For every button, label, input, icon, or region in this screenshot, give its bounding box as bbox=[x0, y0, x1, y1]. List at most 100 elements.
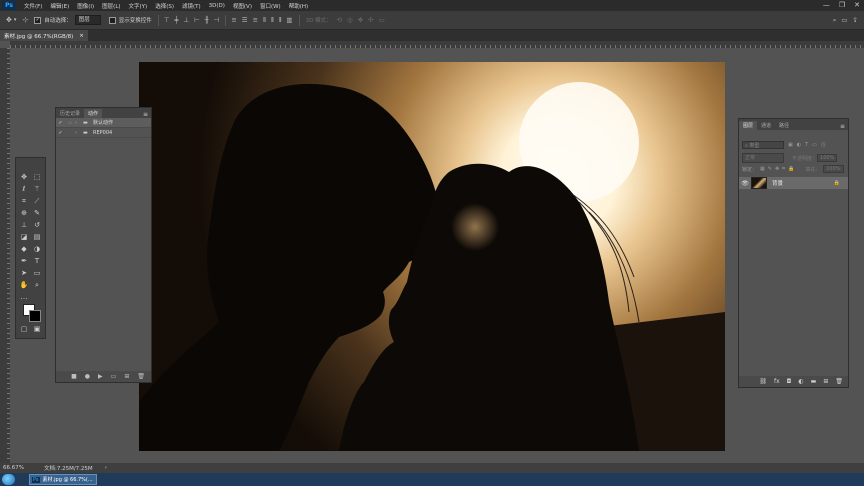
zoom-tool-icon[interactable]: ⌕ bbox=[32, 280, 42, 290]
expand-chevron-icon[interactable]: › bbox=[75, 130, 83, 136]
toggle-check-icon[interactable]: ✓ bbox=[56, 130, 65, 136]
menu-image[interactable]: 图像(I) bbox=[77, 2, 94, 10]
layer-style-icon[interactable]: fx bbox=[774, 378, 780, 385]
adjustment-layer-icon[interactable]: ◐ bbox=[798, 378, 803, 385]
photoshop-logo[interactable]: Ps bbox=[2, 1, 16, 10]
menu-layer[interactable]: 图层(L) bbox=[102, 2, 120, 10]
align-bottom-icon[interactable]: ⊥ bbox=[183, 16, 189, 24]
show-transform-checkbox[interactable] bbox=[108, 16, 116, 24]
align-top-icon[interactable]: ⊤ bbox=[164, 16, 170, 24]
menu-window[interactable]: 窗口(W) bbox=[260, 2, 281, 10]
dialog-toggle-icon[interactable]: ▫ bbox=[65, 120, 75, 126]
3d-scale-icon[interactable]: ▭ bbox=[379, 16, 385, 24]
restore-button[interactable]: ❐ bbox=[839, 1, 845, 9]
3d-pan-icon[interactable]: ✥ bbox=[358, 16, 363, 24]
menu-file[interactable]: 文件(F) bbox=[24, 2, 42, 10]
menu-view[interactable]: 视图(V) bbox=[233, 2, 252, 10]
action-set-item[interactable]: ✓ › ▬ REP004 bbox=[56, 128, 151, 138]
move-options-icon[interactable]: ⊹ bbox=[22, 16, 28, 24]
play-icon[interactable]: ▶ bbox=[98, 373, 103, 380]
horizontal-ruler[interactable] bbox=[10, 41, 864, 48]
3d-roll-icon[interactable]: ◎ bbox=[347, 16, 353, 24]
auto-select-target-dropdown[interactable]: 图层 bbox=[74, 15, 101, 25]
tab-layers[interactable]: 图层 bbox=[739, 121, 758, 130]
status-menu-arrow[interactable]: › bbox=[105, 465, 107, 471]
close-button[interactable]: ✕ bbox=[854, 1, 860, 9]
distribute-top-icon[interactable]: ≡ bbox=[231, 16, 236, 24]
menu-help[interactable]: 帮助(H) bbox=[289, 2, 308, 10]
gradient-tool-icon[interactable]: ▤ bbox=[32, 232, 42, 242]
tool-preset-chevron-icon[interactable]: ▾ bbox=[14, 17, 17, 23]
path-selection-tool-icon[interactable]: ➤ bbox=[19, 268, 29, 278]
panel-menu-icon[interactable]: ≡ bbox=[143, 111, 148, 118]
blend-mode-dropdown[interactable]: 正常 bbox=[742, 153, 784, 163]
lock-pixels-icon[interactable]: ▦ bbox=[760, 166, 765, 172]
new-set-icon[interactable]: ▭ bbox=[111, 373, 117, 380]
pen-tool-icon[interactable]: ✒ bbox=[19, 256, 29, 266]
auto-align-icon[interactable]: ▥ bbox=[286, 16, 292, 24]
start-button[interactable] bbox=[2, 474, 15, 485]
dodge-tool-icon[interactable]: ◑ bbox=[32, 244, 42, 254]
expand-chevron-icon[interactable]: › bbox=[75, 120, 83, 126]
search-icon[interactable]: ⌕ bbox=[833, 16, 837, 25]
move-tool-icon[interactable]: ✥ bbox=[6, 16, 12, 24]
clone-stamp-tool-icon[interactable]: ⊥ bbox=[19, 220, 29, 230]
tab-channels[interactable]: 通道 bbox=[757, 121, 775, 130]
canvas-image[interactable] bbox=[139, 62, 725, 451]
menu-select[interactable]: 选择(S) bbox=[155, 2, 174, 10]
marquee-tool-icon[interactable]: ⬚ bbox=[32, 172, 42, 182]
fill-field[interactable]: 100% bbox=[823, 165, 844, 173]
close-tab-icon[interactable]: × bbox=[79, 33, 84, 39]
new-group-icon[interactable]: ▬ bbox=[811, 378, 817, 385]
quick-mask-icon[interactable]: ▢ bbox=[19, 324, 29, 334]
filter-pixel-icon[interactable]: ▣ bbox=[788, 142, 793, 148]
hand-tool-icon[interactable]: ✋ bbox=[19, 280, 29, 290]
minimize-button[interactable]: — bbox=[823, 1, 830, 9]
lock-position-icon[interactable]: ✥ bbox=[775, 166, 779, 172]
filter-smart-icon[interactable]: ◳ bbox=[821, 142, 826, 148]
lasso-tool-icon[interactable]: ℓ bbox=[19, 184, 29, 194]
move-tool-icon[interactable]: ✥ bbox=[19, 172, 29, 182]
taskbar-item-photoshop[interactable]: Ps 素材.jpg @ 66.7%(... bbox=[29, 474, 97, 485]
crop-tool-icon[interactable]: ⌗ bbox=[19, 196, 29, 206]
auto-select-checkbox[interactable]: ✓ bbox=[34, 16, 42, 24]
layer-row[interactable]: 👁 背景 🔒 bbox=[739, 177, 848, 189]
distribute-left-icon[interactable]: ⫴ bbox=[263, 16, 266, 25]
tab-history[interactable]: 历史记录 bbox=[56, 109, 84, 118]
eye-icon[interactable]: 👁 bbox=[739, 180, 751, 187]
align-left-icon[interactable]: ⊢ bbox=[194, 16, 200, 24]
trash-icon[interactable]: 🗑 bbox=[137, 373, 145, 380]
share-icon[interactable]: ⇪ bbox=[853, 16, 858, 24]
lock-paint-icon[interactable]: ✎ bbox=[768, 166, 772, 172]
3d-rotate-icon[interactable]: ⟲ bbox=[337, 16, 342, 24]
screen-mode-icon[interactable]: ▣ bbox=[32, 324, 42, 334]
add-mask-icon[interactable]: ◘ bbox=[787, 378, 792, 385]
tab-paths[interactable]: 路径 bbox=[775, 121, 793, 130]
new-action-icon[interactable]: ⊞ bbox=[124, 373, 129, 380]
tab-actions[interactable]: 动作 bbox=[84, 109, 103, 118]
layer-name[interactable]: 背景 bbox=[772, 179, 783, 187]
action-set-item[interactable]: ✓ ▫ › ▬ 默认动作 bbox=[56, 118, 151, 128]
stop-icon[interactable]: ■ bbox=[71, 373, 77, 380]
document-tab[interactable]: 素材.jpg @ 66.7%(RGB/8) × bbox=[0, 30, 88, 41]
panel-menu-icon[interactable]: ≡ bbox=[840, 123, 845, 130]
magic-wand-tool-icon[interactable]: ⚚ bbox=[32, 184, 42, 194]
menu-filter[interactable]: 滤镜(T) bbox=[182, 2, 201, 10]
menu-edit[interactable]: 编辑(E) bbox=[50, 2, 69, 10]
trash-icon[interactable]: 🗑 bbox=[835, 378, 843, 385]
workspace-icon[interactable]: ▭ bbox=[841, 16, 847, 24]
brush-tool-icon[interactable]: ✎ bbox=[32, 208, 42, 218]
healing-brush-tool-icon[interactable]: ⊕ bbox=[19, 208, 29, 218]
lock-all-icon[interactable]: 🔒 bbox=[788, 166, 794, 172]
align-vcenter-icon[interactable]: ╪ bbox=[174, 16, 178, 24]
zoom-level[interactable]: 66.67% bbox=[3, 465, 24, 471]
eraser-tool-icon[interactable]: ◪ bbox=[19, 232, 29, 242]
opacity-field[interactable]: 100% bbox=[817, 154, 838, 162]
type-tool-icon[interactable]: T bbox=[32, 256, 42, 266]
background-color-swatch[interactable] bbox=[29, 310, 41, 322]
align-right-icon[interactable]: ⊣ bbox=[214, 16, 220, 24]
lock-artboard-icon[interactable]: ⌗ bbox=[782, 166, 785, 172]
filter-type-icon[interactable]: T bbox=[805, 142, 808, 148]
distribute-hcenter-icon[interactable]: ⦀ bbox=[271, 16, 274, 25]
filter-adjust-icon[interactable]: ◐ bbox=[797, 142, 801, 148]
